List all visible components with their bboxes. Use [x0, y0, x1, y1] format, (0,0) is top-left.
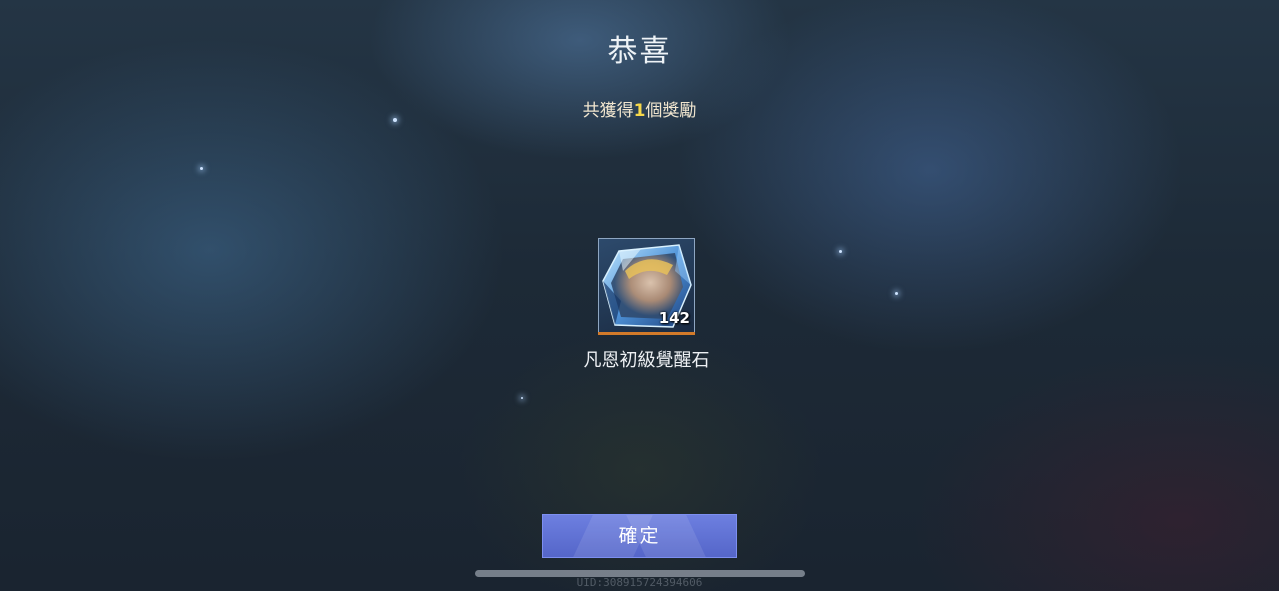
sparkle-particle — [521, 397, 523, 399]
reward-quantity: 142 — [658, 309, 690, 327]
rarity-underline — [598, 332, 695, 335]
uid-label: UID:3089157243946​06 — [576, 576, 703, 589]
reward-count: 1 — [633, 101, 646, 121]
home-indicator-bar[interactable] — [475, 570, 805, 577]
reward-item-name: 凡恩初級覺醒石 — [583, 350, 710, 371]
sparkle-particle — [839, 250, 842, 253]
confirm-button[interactable]: 確定 — [542, 514, 737, 558]
summary-suffix: 個獎勵 — [645, 101, 697, 121]
sparkle-particle — [895, 292, 898, 295]
sparkle-particle — [200, 167, 203, 170]
reward-item-frame: 142 — [598, 238, 695, 333]
summary-prefix: 共獲得 — [582, 101, 634, 121]
congrats-title: 恭喜 — [607, 34, 672, 69]
reward-item-slot[interactable]: 142 — [598, 238, 695, 335]
reward-screen: 恭喜 共獲得1個獎勵 142 凡恩初級覺醒石 確定 UID:3089157243… — [0, 0, 1279, 591]
reward-summary: 共獲得1個獎勵 — [0, 96, 1279, 121]
confirm-button-label: 確定 — [618, 525, 661, 547]
